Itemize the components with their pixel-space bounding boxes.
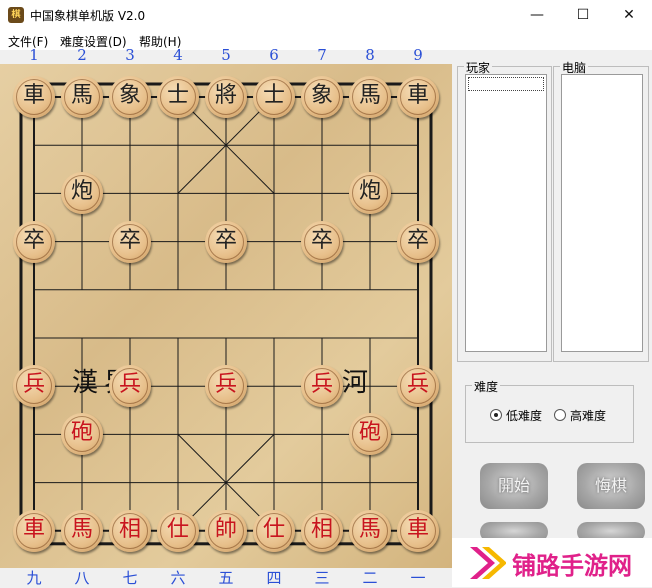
black-piece[interactable]: 士 [157, 76, 199, 118]
radio-dot-icon [554, 409, 566, 421]
column-number: 2 [77, 46, 87, 64]
radio-dot-icon [490, 409, 502, 421]
column-number: 四 [266, 569, 282, 587]
red-piece[interactable]: 車 [13, 509, 55, 552]
column-number: 二 [362, 569, 378, 587]
watermark-text: 铺路手游网 [512, 552, 632, 580]
player-move-list[interactable] [465, 74, 547, 352]
column-number: 4 [173, 46, 183, 64]
black-piece[interactable]: 卒 [205, 220, 247, 263]
red-piece[interactable]: 帥 [205, 509, 247, 552]
column-number: 八 [74, 569, 90, 587]
radio-low-difficulty[interactable]: 低难度 [490, 407, 542, 424]
column-number: 1 [29, 46, 39, 64]
black-piece[interactable]: 卒 [397, 220, 439, 263]
close-button[interactable]: ✕ [606, 0, 652, 30]
column-number: 5 [221, 46, 231, 64]
red-piece[interactable]: 相 [109, 509, 151, 552]
red-piece[interactable]: 仕 [157, 509, 199, 552]
title-bar: 棋 中国象棋单机版 V2.0 — ☐ ✕ [0, 0, 652, 30]
start-button[interactable]: 開始 [480, 463, 548, 509]
red-piece[interactable]: 兵 [13, 365, 55, 408]
app-icon: 棋 [8, 7, 24, 23]
watermark: 铺路手游网 [452, 538, 652, 587]
black-piece[interactable]: 象 [109, 76, 151, 118]
red-piece[interactable]: 馬 [349, 509, 391, 552]
red-piece[interactable]: 兵 [205, 365, 247, 408]
difficulty-label: 难度 [472, 378, 501, 395]
red-piece[interactable]: 仕 [253, 509, 295, 552]
column-number: 6 [269, 46, 279, 64]
column-number: 8 [365, 46, 375, 64]
black-piece[interactable]: 卒 [109, 220, 151, 263]
window-title: 中国象棋单机版 V2.0 [30, 9, 146, 23]
black-piece[interactable]: 卒 [13, 220, 55, 263]
minimize-button[interactable]: — [514, 0, 560, 30]
red-piece[interactable]: 相 [301, 509, 343, 552]
black-piece[interactable]: 卒 [301, 220, 343, 263]
column-number: 3 [125, 46, 135, 64]
column-number: 9 [413, 46, 423, 64]
red-piece[interactable]: 兵 [301, 365, 343, 408]
column-number: 九 [26, 569, 42, 587]
red-piece[interactable]: 兵 [109, 365, 151, 408]
column-number: 一 [410, 569, 426, 587]
black-piece[interactable]: 馬 [61, 76, 103, 118]
list-focus-item [468, 77, 544, 91]
maximize-button[interactable]: ☐ [560, 0, 606, 30]
black-piece[interactable]: 車 [13, 76, 55, 118]
chess-board[interactable]: 漢界 楚河 車馬象士將士象馬車炮炮卒卒卒卒卒兵兵兵兵兵砲砲車馬相仕帥仕相馬車 [0, 64, 452, 568]
red-piece[interactable]: 馬 [61, 509, 103, 552]
column-number: 三 [314, 569, 330, 587]
red-piece[interactable]: 兵 [397, 365, 439, 408]
column-number: 六 [170, 569, 186, 587]
column-number: 7 [317, 46, 327, 64]
watermark-logo-icon [470, 547, 506, 579]
undo-button[interactable]: 悔棋 [577, 463, 645, 509]
menu-difficulty[interactable]: 难度设置(D) [60, 33, 127, 50]
black-piece[interactable]: 車 [397, 76, 439, 118]
red-piece[interactable]: 車 [397, 509, 439, 552]
column-number: 七 [122, 569, 138, 587]
board-grid [19, 82, 433, 546]
column-number: 五 [218, 569, 234, 587]
black-piece[interactable]: 士 [253, 76, 295, 118]
black-piece[interactable]: 馬 [349, 76, 391, 118]
black-piece[interactable]: 將 [205, 76, 247, 118]
radio-high-difficulty[interactable]: 高难度 [554, 407, 606, 424]
black-piece[interactable]: 象 [301, 76, 343, 118]
computer-move-list[interactable] [561, 74, 643, 352]
